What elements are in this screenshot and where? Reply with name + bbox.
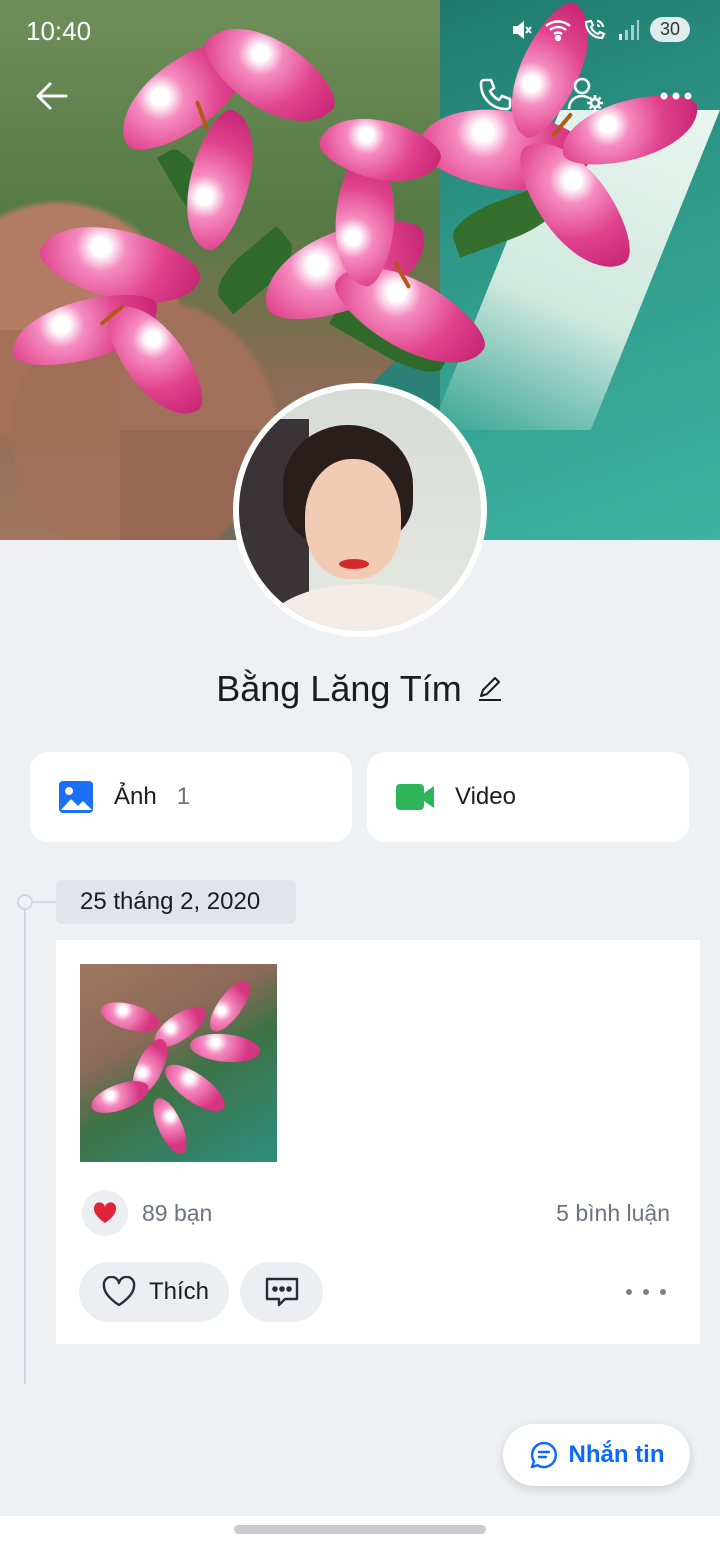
- profile-settings-button[interactable]: [566, 74, 606, 114]
- post-photo-petal: [87, 1076, 153, 1118]
- status-icons: 30: [510, 17, 690, 42]
- profile-name: Bằng Lăng Tím: [216, 668, 462, 709]
- heart-reaction-badge: [82, 1190, 128, 1236]
- photos-count: 1: [176, 783, 191, 810]
- comment-button[interactable]: [240, 1262, 323, 1322]
- post-photo-petal: [201, 975, 259, 1037]
- more-options-button[interactable]: [656, 76, 696, 116]
- video-label: Video: [455, 783, 516, 810]
- post-photo-petal: [97, 994, 163, 1040]
- timeline-connector: [33, 901, 57, 903]
- battery-level: 30: [649, 17, 690, 42]
- like-button[interactable]: Thích: [79, 1262, 229, 1322]
- video-camera-icon: [396, 784, 434, 810]
- wifi-call-icon: [584, 19, 606, 39]
- heart-outline-icon: [102, 1276, 136, 1307]
- photos-card[interactable]: Ảnh 1: [30, 752, 352, 842]
- user-gear-icon: [567, 77, 603, 111]
- edit-pencil-icon[interactable]: [476, 675, 504, 703]
- back-button[interactable]: [32, 76, 72, 116]
- more-dot: [660, 1289, 666, 1295]
- timeline-date: 25 tháng 2, 2020: [56, 880, 296, 924]
- comment-count[interactable]: 5 bình luận: [556, 1200, 670, 1227]
- chat-bubble-icon: [530, 1441, 557, 1469]
- profile-name-row: Bằng Lăng Tím: [0, 668, 720, 710]
- call-button[interactable]: [476, 74, 516, 114]
- avatar-lip: [339, 559, 369, 569]
- post-photo-petal: [188, 1028, 262, 1068]
- avatar-image: [239, 389, 481, 631]
- reactions-summary[interactable]: 89 bạn: [82, 1190, 212, 1236]
- status-bar: 10:40 30: [0, 0, 720, 62]
- more-dot: [626, 1289, 632, 1295]
- timeline-dot: [17, 894, 33, 910]
- message-button[interactable]: Nhắn tin: [503, 1424, 690, 1486]
- arrow-left-icon: [36, 82, 68, 110]
- timeline-post: 89 bạn 5 bình luận Thích: [56, 940, 700, 1344]
- mute-icon: [512, 20, 532, 39]
- more-dot: [643, 1289, 649, 1295]
- like-label: Thích: [149, 1278, 210, 1305]
- image-icon: [59, 781, 93, 813]
- more-horizontal-icon: [660, 92, 692, 100]
- profile-page: 10:40 30 Bằng Lăng Tím Ảnh 1 Video 25 th…: [0, 0, 720, 1544]
- reaction-count: 89 bạn: [142, 1199, 213, 1226]
- avatar[interactable]: [233, 383, 487, 637]
- post-photo[interactable]: [80, 964, 277, 1162]
- heart-icon: [93, 1202, 117, 1223]
- post-photo-petal: [148, 1093, 192, 1159]
- home-indicator[interactable]: [234, 1525, 486, 1534]
- message-label: Nhắn tin: [568, 1441, 665, 1468]
- signal-icon: [618, 19, 639, 40]
- timeline-line: [24, 902, 26, 1384]
- wifi-icon: [545, 19, 571, 41]
- phone-icon: [479, 78, 512, 111]
- status-time: 10:40: [26, 16, 92, 46]
- video-card[interactable]: Video: [367, 752, 689, 842]
- photos-label: Ảnh: [114, 783, 157, 810]
- comment-icon: [265, 1277, 298, 1307]
- post-more-button[interactable]: [626, 1280, 666, 1304]
